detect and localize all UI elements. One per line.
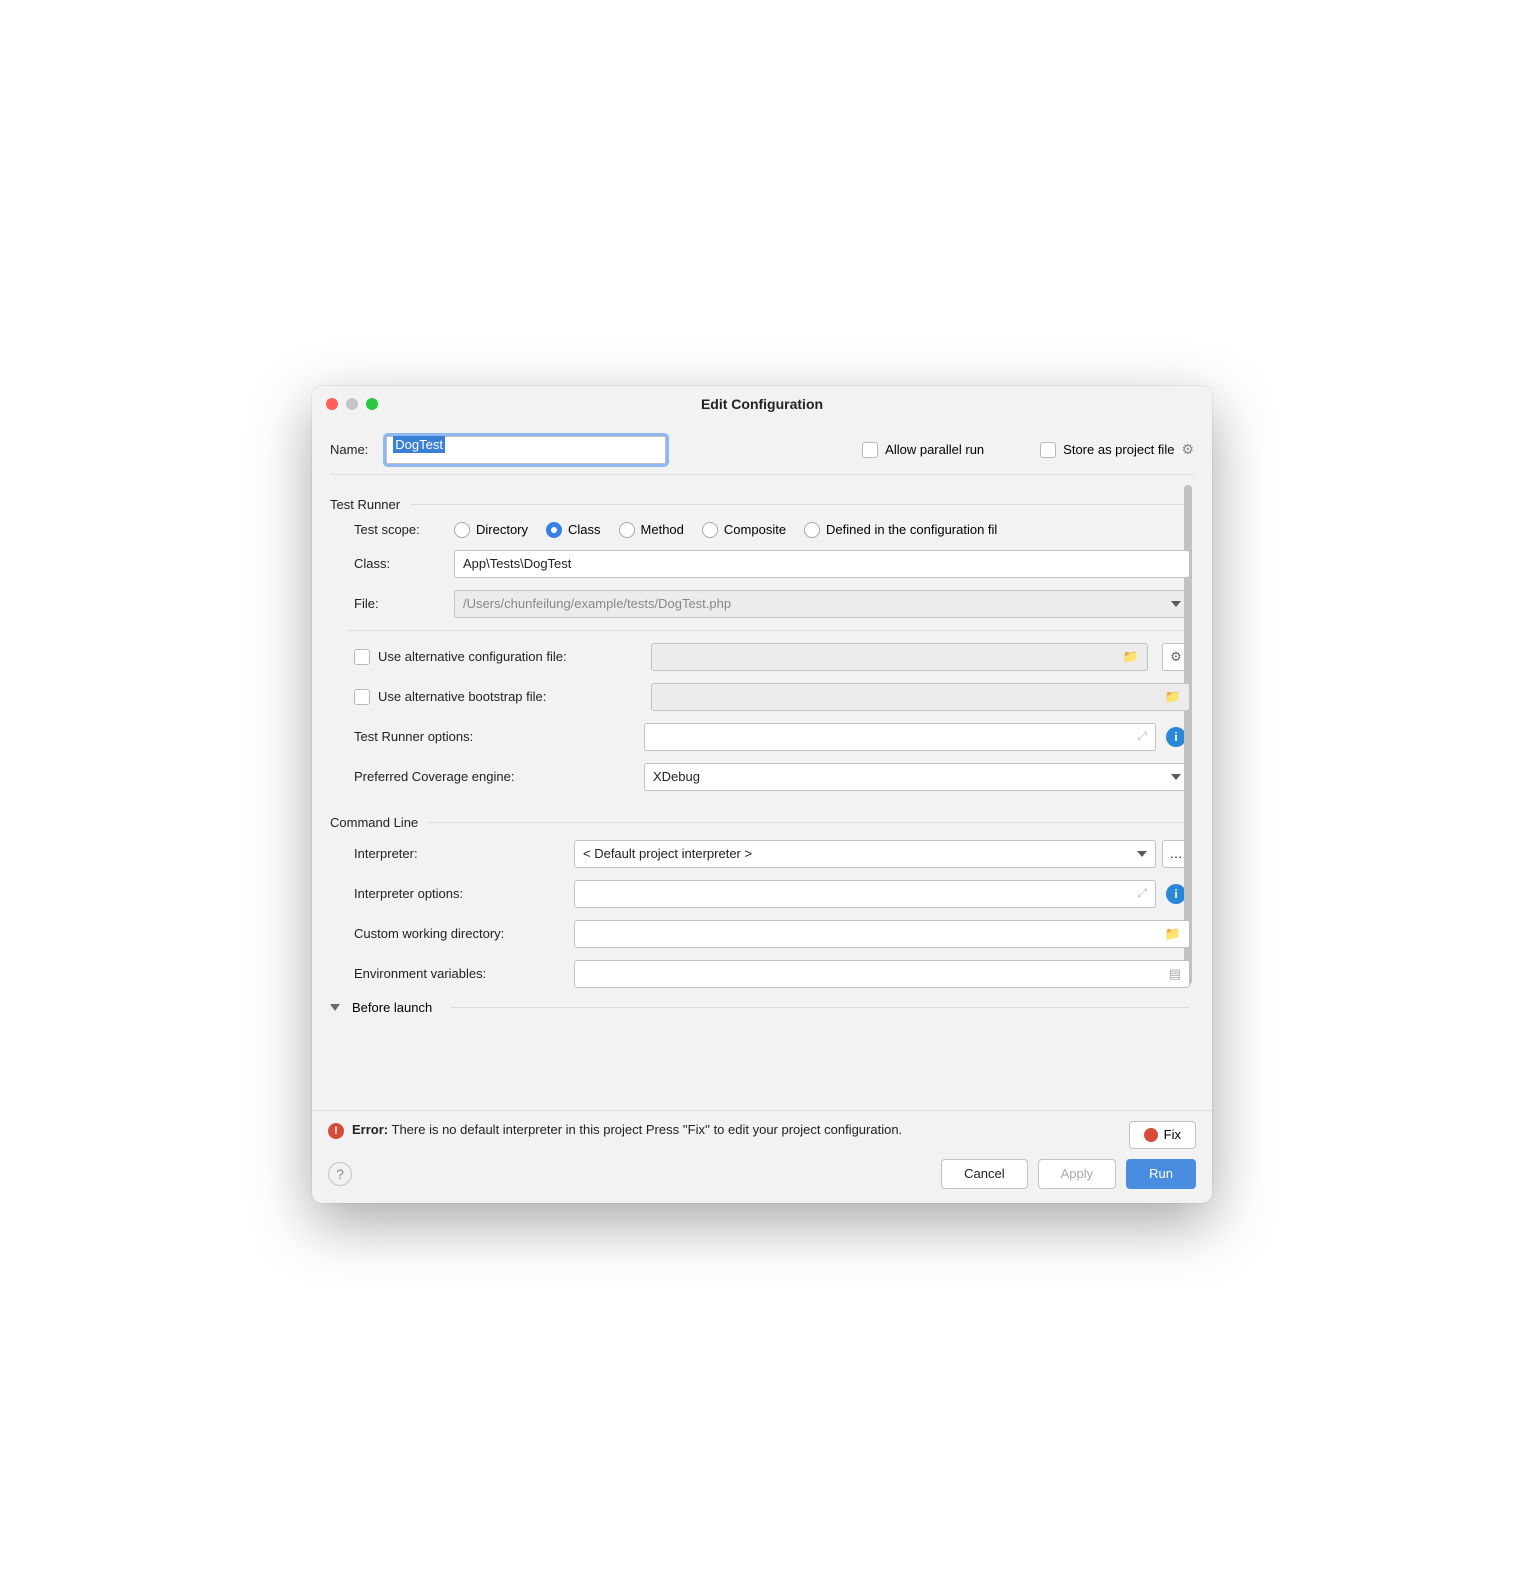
help-button[interactable]: ?	[328, 1162, 352, 1186]
titlebar: Edit Configuration	[312, 386, 1212, 422]
edit-configuration-dialog: Edit Configuration Name: DogTest Allow p…	[312, 386, 1212, 1203]
radio-defined-label: Defined in the configuration fil	[826, 522, 997, 537]
class-input[interactable]: App\Tests\DogTest	[454, 550, 1190, 578]
expand-icon[interactable]: ⤢	[1137, 729, 1147, 744]
name-input[interactable]: DogTest	[386, 436, 666, 464]
class-label: Class:	[354, 556, 454, 571]
coverage-value: XDebug	[653, 769, 700, 784]
folder-icon: 📁	[1165, 689, 1181, 705]
close-window-button[interactable]	[326, 398, 338, 410]
command-line-section-title: Command Line	[330, 815, 418, 830]
allow-parallel-label: Allow parallel run	[885, 442, 984, 457]
interpreter-select[interactable]: < Default project interpreter >	[574, 840, 1156, 868]
env-input[interactable]: ▤	[574, 960, 1190, 988]
chevron-down-icon	[1171, 601, 1181, 607]
divider	[428, 822, 1190, 823]
zoom-window-button[interactable]	[366, 398, 378, 410]
radio-defined-in-config[interactable]	[804, 522, 820, 538]
alt-config-input[interactable]: 📁	[651, 643, 1148, 671]
folder-icon[interactable]: 📁	[1165, 926, 1181, 942]
before-launch-label: Before launch	[352, 1000, 432, 1015]
store-as-project-file-label: Store as project file	[1063, 442, 1174, 457]
test-runner-section-title: Test Runner	[330, 497, 400, 512]
cwd-input[interactable]: 📁	[574, 920, 1190, 948]
alt-bootstrap-input[interactable]: 📁	[651, 683, 1190, 711]
chevron-down-icon	[1171, 774, 1181, 780]
fix-button[interactable]: Fix	[1129, 1121, 1196, 1149]
list-icon[interactable]: ▤	[1169, 966, 1181, 982]
minimize-window-button[interactable]	[346, 398, 358, 410]
radio-method-label: Method	[641, 522, 684, 537]
file-value: /Users/chunfeilung/example/tests/DogTest…	[463, 596, 731, 611]
name-label: Name:	[330, 442, 368, 457]
divider	[410, 504, 1190, 505]
store-as-project-file-checkbox[interactable]	[1040, 442, 1056, 458]
test-scope-label: Test scope:	[354, 522, 454, 537]
apply-button[interactable]: Apply	[1038, 1159, 1117, 1189]
radio-directory[interactable]	[454, 522, 470, 538]
radio-directory-label: Directory	[476, 522, 528, 537]
chevron-down-icon	[1137, 851, 1147, 857]
folder-icon: 📁	[1123, 649, 1139, 665]
file-select[interactable]: /Users/chunfeilung/example/tests/DogTest…	[454, 590, 1190, 618]
allow-parallel-checkbox[interactable]	[862, 442, 878, 458]
interpreter-label: Interpreter:	[354, 846, 574, 861]
info-icon: i	[1166, 727, 1186, 747]
name-input-value: DogTest	[393, 436, 445, 453]
alt-config-label: Use alternative configuration file:	[378, 649, 643, 664]
interpreter-options-input[interactable]: ⤢	[574, 880, 1156, 908]
error-message: Error: There is no default interpreter i…	[352, 1121, 1121, 1139]
divider	[450, 1007, 1190, 1008]
radio-composite-label: Composite	[724, 522, 786, 537]
info-icon: i	[1166, 884, 1186, 904]
coverage-engine-select[interactable]: XDebug	[644, 763, 1190, 791]
dialog-title: Edit Configuration	[701, 396, 823, 412]
window-controls	[326, 398, 378, 410]
dialog-footer: ! Error: There is no default interpreter…	[312, 1110, 1212, 1203]
scroll-area: Test Runner Test scope: Directory Class …	[330, 474, 1194, 1104]
cancel-button[interactable]: Cancel	[941, 1159, 1027, 1189]
coverage-label: Preferred Coverage engine:	[354, 769, 644, 784]
interpreter-options-label: Interpreter options:	[354, 886, 574, 901]
alt-config-checkbox[interactable]	[354, 649, 370, 665]
error-icon: !	[328, 1123, 344, 1139]
radio-composite[interactable]	[702, 522, 718, 538]
alt-bootstrap-checkbox[interactable]	[354, 689, 370, 705]
expand-icon[interactable]: ⤢	[1137, 886, 1147, 901]
class-input-value: App\Tests\DogTest	[463, 556, 571, 571]
fix-button-label: Fix	[1164, 1127, 1181, 1142]
gear-icon[interactable]: ⚙	[1181, 441, 1194, 458]
gear-icon: ⚙	[1170, 649, 1182, 665]
runner-options-label: Test Runner options:	[354, 729, 644, 744]
collapse-toggle-icon[interactable]	[330, 1004, 340, 1011]
interpreter-value: < Default project interpreter >	[583, 846, 752, 861]
alt-bootstrap-label: Use alternative bootstrap file:	[378, 689, 643, 704]
radio-class-label: Class	[568, 522, 601, 537]
env-label: Environment variables:	[354, 966, 574, 981]
radio-class[interactable]	[546, 522, 562, 538]
test-scope-radio-group: Directory Class Method Composite Defined…	[454, 522, 997, 538]
bulb-icon	[1144, 1128, 1158, 1142]
divider	[348, 630, 1190, 631]
run-button[interactable]: Run	[1126, 1159, 1196, 1189]
radio-method[interactable]	[619, 522, 635, 538]
file-label: File:	[354, 596, 454, 611]
cwd-label: Custom working directory:	[354, 926, 574, 941]
runner-options-input[interactable]: ⤢	[644, 723, 1156, 751]
